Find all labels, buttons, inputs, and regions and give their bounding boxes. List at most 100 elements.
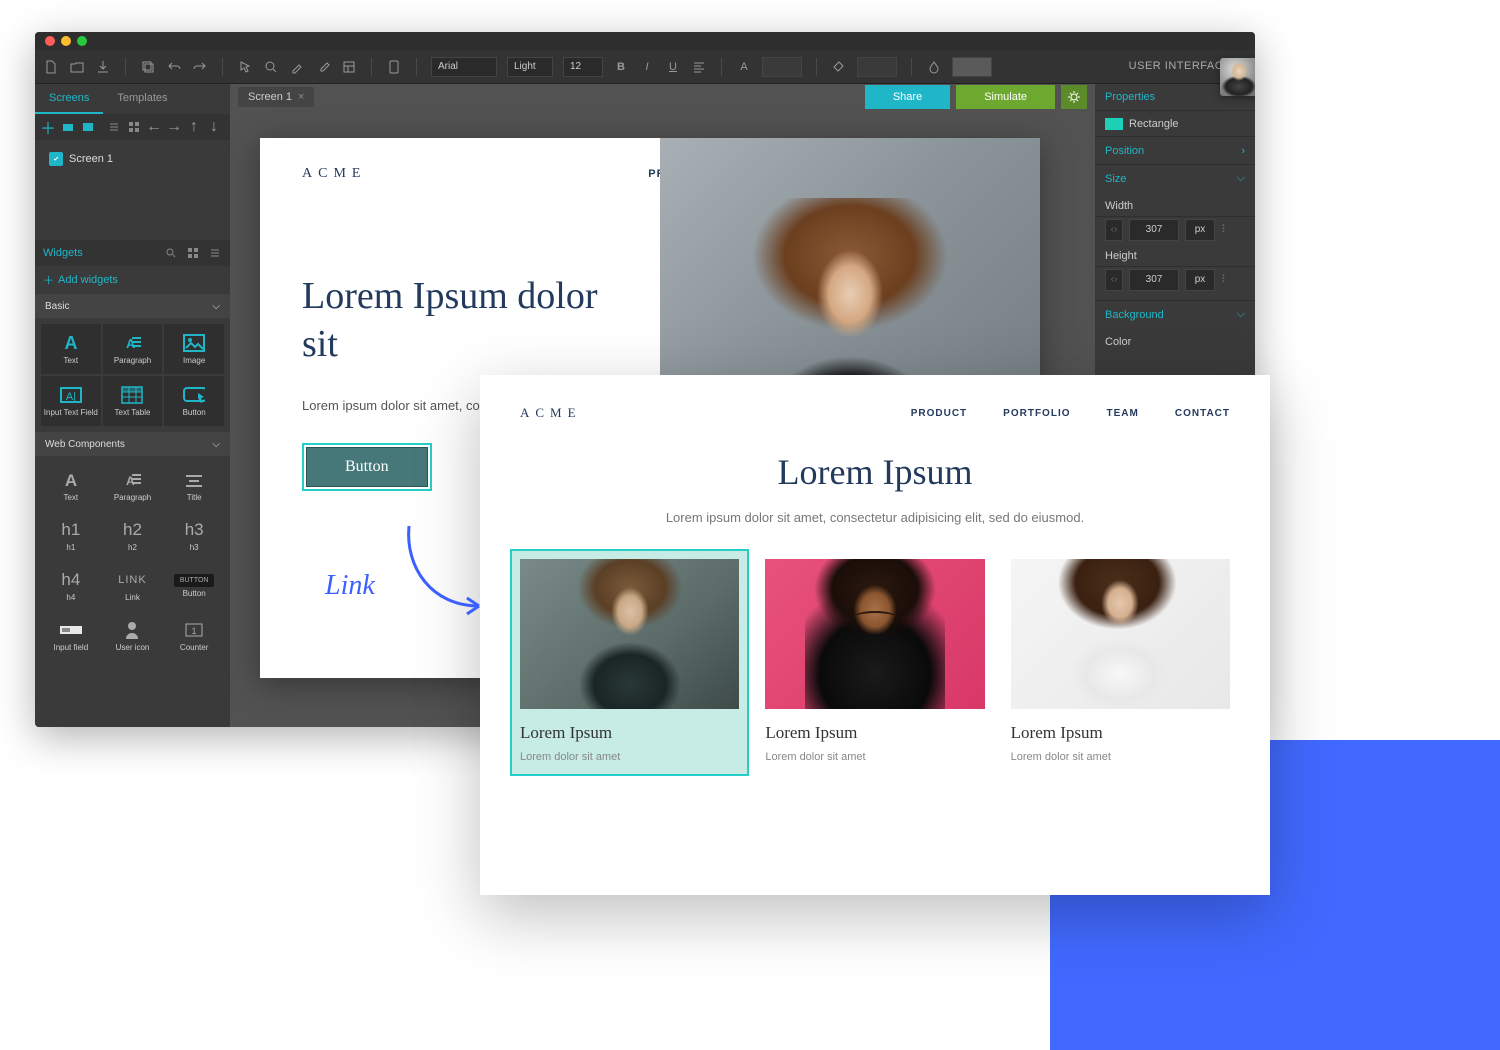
widgets-list-icon[interactable]: [208, 246, 222, 260]
widget-paragraph[interactable]: AParagraph: [103, 324, 163, 374]
device-icon[interactable]: [386, 59, 402, 75]
widget-input-field[interactable]: Input field: [41, 612, 101, 660]
tab-screens[interactable]: Screens: [35, 84, 103, 114]
simulate-settings-button[interactable]: [1061, 85, 1087, 109]
simulate-button[interactable]: Simulate: [956, 85, 1055, 109]
open-folder-icon[interactable]: [69, 59, 85, 75]
svg-text:A|: A|: [66, 391, 76, 403]
redo-icon[interactable]: [192, 59, 208, 75]
section-basic[interactable]: Basic ⌵: [35, 294, 230, 318]
widgets-search-icon[interactable]: [164, 246, 178, 260]
highlighter-icon[interactable]: [289, 59, 305, 75]
widget-h2[interactable]: h2h2: [103, 512, 163, 560]
widget-text-table[interactable]: Text Table: [103, 376, 163, 426]
height-unit-select[interactable]: px: [1185, 269, 1215, 291]
section-position[interactable]: Position ›: [1095, 136, 1255, 164]
widget-user-icon[interactable]: User icon: [103, 612, 163, 660]
s2-nav-product[interactable]: PRODUCT: [911, 408, 967, 419]
minimize-window-icon[interactable]: [61, 36, 71, 46]
hero-button[interactable]: Button: [306, 447, 428, 487]
widget-web-button[interactable]: BUTTONButton: [164, 562, 224, 610]
chevron-down-icon: ⌵: [212, 439, 220, 450]
search-icon[interactable]: [263, 59, 279, 75]
linked-screen-preview: ACME PRODUCT PORTFOLIO TEAM CONTACT Lore…: [480, 375, 1270, 895]
widget-button[interactable]: Button: [164, 376, 224, 426]
widget-image[interactable]: Image: [164, 324, 224, 374]
user-avatar[interactable]: [1220, 58, 1255, 96]
undo-icon[interactable]: [166, 59, 182, 75]
section-size[interactable]: Size ⌵: [1095, 164, 1255, 192]
close-window-icon[interactable]: [45, 36, 55, 46]
download-icon[interactable]: [95, 59, 111, 75]
canvas-tab[interactable]: Screen 1 ×: [238, 87, 314, 107]
width-input[interactable]: 307: [1129, 219, 1179, 241]
widget-h3[interactable]: h3h3: [164, 512, 224, 560]
widget-web-paragraph[interactable]: AParagraph: [103, 462, 163, 510]
close-tab-icon[interactable]: ×: [298, 91, 304, 103]
nav-fwd-icon[interactable]: →: [167, 120, 181, 134]
width-unit-select[interactable]: px: [1185, 219, 1215, 241]
nav-back-icon[interactable]: ←: [147, 120, 161, 134]
hero-title: Lorem Ipsum dolor sit: [302, 273, 642, 368]
nav-down-icon[interactable]: ↓: [207, 120, 221, 134]
share-button[interactable]: Share: [865, 85, 950, 109]
s2-nav-portfolio[interactable]: PORTFOLIO: [1003, 408, 1070, 419]
card-title: Lorem Ipsum: [765, 723, 984, 743]
tab-templates[interactable]: Templates: [103, 84, 181, 114]
section-label: Position: [1105, 145, 1144, 157]
add-image-icon[interactable]: [81, 120, 95, 134]
text-color-icon[interactable]: A: [736, 59, 752, 75]
bold-icon[interactable]: B: [613, 59, 629, 75]
card-3[interactable]: Lorem Ipsum Lorem dolor sit amet: [1011, 559, 1230, 766]
new-file-icon[interactable]: [43, 59, 59, 75]
s2-nav-team[interactable]: TEAM: [1107, 408, 1139, 419]
fill-icon[interactable]: [831, 59, 847, 75]
maximize-window-icon[interactable]: [77, 36, 87, 46]
svg-text:1: 1: [192, 626, 197, 636]
widget-h1[interactable]: h1h1: [41, 512, 101, 560]
screen-thumb-icon: [49, 152, 63, 166]
widgets-grid-icon[interactable]: [186, 246, 200, 260]
card-text: Lorem dolor sit amet: [520, 749, 739, 766]
width-mode-select[interactable]: ‹›: [1105, 219, 1123, 241]
italic-icon[interactable]: I: [639, 59, 655, 75]
lock-icon[interactable]: ⠇: [1221, 223, 1235, 236]
font-weight-select[interactable]: Light: [507, 57, 553, 77]
widget-link[interactable]: LINKLink: [103, 562, 163, 610]
align-icon[interactable]: [691, 59, 707, 75]
font-size-input[interactable]: 12: [563, 57, 603, 77]
section-background[interactable]: Background ⌵: [1095, 300, 1255, 328]
opacity-swatch[interactable]: [952, 57, 992, 77]
list-view-icon[interactable]: [107, 120, 121, 134]
cursor-icon[interactable]: [237, 59, 253, 75]
nav-up-icon[interactable]: ↑: [187, 120, 201, 134]
font-family-select[interactable]: Arial: [431, 57, 497, 77]
widget-counter[interactable]: 1Counter: [164, 612, 224, 660]
layout-icon[interactable]: [341, 59, 357, 75]
add-folder-icon[interactable]: [61, 120, 75, 134]
card-2[interactable]: Lorem Ipsum Lorem dolor sit amet: [765, 559, 984, 766]
underline-icon[interactable]: U: [665, 59, 681, 75]
card-1[interactable]: Lorem Ipsum Lorem dolor sit amet: [510, 549, 749, 776]
widget-web-text[interactable]: AText: [41, 462, 101, 510]
height-input[interactable]: 307: [1129, 269, 1179, 291]
card-title: Lorem Ipsum: [520, 723, 739, 743]
text-color-swatch[interactable]: [762, 57, 802, 77]
add-widgets-button[interactable]: ＋ Add widgets: [35, 266, 230, 294]
grid-view-icon[interactable]: [127, 120, 141, 134]
widget-input-text[interactable]: A|Input Text Field: [41, 376, 101, 426]
screen-item[interactable]: Screen 1: [43, 146, 222, 172]
widget-h4[interactable]: h4h4: [41, 562, 101, 610]
add-screen-icon[interactable]: ＋: [41, 120, 55, 134]
widget-web-title[interactable]: Title: [164, 462, 224, 510]
section-web-components[interactable]: Web Components ⌵: [35, 432, 230, 456]
fill-swatch[interactable]: [857, 57, 897, 77]
height-mode-select[interactable]: ‹›: [1105, 269, 1123, 291]
opacity-icon[interactable]: [926, 59, 942, 75]
lock-icon[interactable]: ⠇: [1221, 273, 1235, 286]
screens-list: Screen 1: [35, 140, 230, 240]
widget-text[interactable]: AText: [41, 324, 101, 374]
eyedropper-icon[interactable]: [315, 59, 331, 75]
copy-icon[interactable]: [140, 59, 156, 75]
s2-nav-contact[interactable]: CONTACT: [1175, 408, 1230, 419]
